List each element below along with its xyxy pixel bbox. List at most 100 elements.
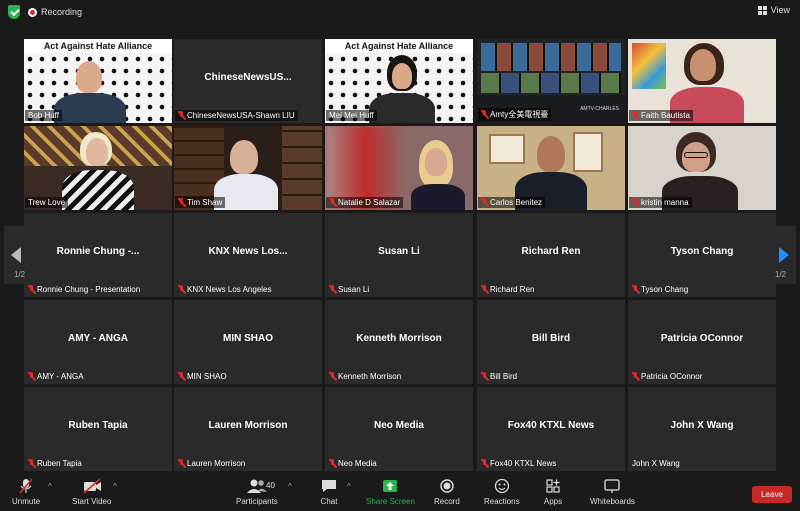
participant-label: Lauren Morrison: [175, 458, 248, 469]
participant-tile[interactable]: Fox40 KTXL News Fox40 KTXL News: [477, 387, 625, 471]
recording-indicator[interactable]: Recording: [28, 4, 82, 20]
participant-tile[interactable]: Tyson Chang Tyson Chang: [628, 213, 776, 297]
participant-head: [76, 61, 102, 93]
participant-head: [86, 138, 108, 166]
participant-label: Mei Mei Huff: [326, 110, 377, 121]
unmute-label: Unmute: [12, 497, 41, 506]
muted-mic-icon: [178, 285, 185, 294]
participant-center-name: KNX News Los...: [208, 246, 288, 257]
chat-label: Chat: [320, 497, 338, 506]
bookshelf: [282, 126, 322, 210]
video-tile-faith-bautista[interactable]: Faith Bautista: [628, 39, 776, 123]
participant-label: Ronnie Chung - Presentation: [25, 284, 143, 295]
video-tile-bob-huff[interactable]: Act Against Hate Alliance Bob Huff: [24, 39, 172, 123]
apps-button[interactable]: Apps: [542, 478, 564, 506]
security-shield-icon[interactable]: [8, 5, 20, 19]
participant-tile[interactable]: Bill Bird Bill Bird: [477, 300, 625, 384]
participant-tile[interactable]: Patricia OConnor Patricia OConnor: [628, 300, 776, 384]
participant-label: Tim Shaw: [175, 197, 226, 208]
channel-overlay: AMTV-CHARLES: [580, 106, 619, 112]
muted-mic-icon: [28, 285, 35, 294]
apps-icon: [542, 478, 564, 494]
participant-label: Ruben Tapia: [25, 458, 85, 469]
participant-tile[interactable]: Kenneth Morrison Kenneth Morrison: [325, 300, 473, 384]
participant-tile[interactable]: Ronnie Chung -... Ronnie Chung - Present…: [24, 213, 172, 297]
share-screen-label: Share Screen: [366, 497, 415, 506]
participant-label: KNX News Los Angeles: [175, 284, 275, 295]
participant-label: Fox40 KTXL News: [478, 458, 559, 469]
page-indicator-right: 1/2: [775, 270, 787, 279]
participant-tile[interactable]: AMY - ANGA AMY - ANGA: [24, 300, 172, 384]
audio-options-caret-icon[interactable]: ^: [48, 482, 52, 491]
leave-button[interactable]: Leave: [752, 486, 792, 503]
participant-label: Faith Bautista: [629, 110, 693, 121]
participant-label: Carlos Benitez: [478, 197, 546, 208]
participant-tile[interactable]: Richard Ren Richard Ren: [477, 213, 625, 297]
meeting-toolbar: Unmute ^ Start Video ^ Participants 40 ^…: [0, 474, 800, 511]
muted-mic-icon: [481, 110, 488, 119]
grid-icon: [757, 5, 767, 15]
muted-mic-icon: [329, 372, 336, 381]
participant-center-name: AMY - ANGA: [68, 333, 128, 344]
participant-tile[interactable]: Ruben Tapia Ruben Tapia: [24, 387, 172, 471]
muted-mic-icon: [178, 459, 185, 468]
whiteboards-button[interactable]: Whiteboards: [590, 478, 635, 506]
muted-mic-icon: [178, 372, 185, 381]
video-tile-kristin-manna[interactable]: kristin manna: [628, 126, 776, 210]
record-dot-icon: [28, 7, 37, 17]
video-tile-tim-shaw[interactable]: Tim Shaw: [174, 126, 322, 210]
start-video-button[interactable]: Start Video: [72, 478, 111, 506]
participant-label: Natalie D Salazar: [326, 197, 404, 208]
chat-options-caret-icon[interactable]: ^: [347, 482, 351, 491]
muted-mic-icon: [632, 285, 639, 294]
chevron-left-icon: [11, 247, 21, 263]
participant-tile[interactable]: John X Wang John X Wang: [628, 387, 776, 471]
muted-mic-icon: [481, 459, 488, 468]
video-tile-natalie-salazar[interactable]: Natalie D Salazar: [325, 126, 473, 210]
share-screen-icon: [379, 478, 401, 494]
video-tile-amtv[interactable]: AMTV-CHARLES Amty全美電視臺: [477, 39, 625, 123]
participant-body: [411, 184, 465, 210]
participant-tile[interactable]: MIN SHAO MIN SHAO: [174, 300, 322, 384]
record-button[interactable]: Record: [434, 478, 460, 506]
participants-count: 40: [266, 481, 275, 490]
unmute-button[interactable]: Unmute: [12, 478, 40, 506]
participant-body: [54, 93, 126, 123]
participant-center-name: Ronnie Chung -...: [56, 246, 140, 257]
reactions-button[interactable]: Reactions: [484, 478, 520, 506]
participant-label: Richard Ren: [478, 284, 537, 295]
muted-mic-icon: [178, 111, 185, 120]
participant-label: ChineseNewsUSA-Shawn LIU: [175, 110, 298, 121]
participant-tile[interactable]: Lauren Morrison Lauren Morrison: [174, 387, 322, 471]
participant-center-name: Patricia OConnor: [660, 333, 744, 344]
participant-label: Amty全美電視臺: [478, 108, 552, 121]
muted-mic-icon: [481, 198, 488, 207]
framed-certificate: [573, 132, 603, 172]
apps-label: Apps: [543, 497, 563, 506]
participant-label: Trew Love: [25, 197, 69, 208]
monitor-wall: [481, 43, 621, 71]
participants-options-caret-icon[interactable]: ^: [288, 482, 292, 491]
monitor-wall: [481, 73, 621, 93]
participant-label: kristin manna: [629, 197, 692, 208]
participant-tile[interactable]: KNX News Los... KNX News Los Angeles: [174, 213, 322, 297]
participant-head: [537, 136, 565, 172]
video-options-caret-icon[interactable]: ^: [113, 482, 117, 491]
wall-painting: [632, 43, 666, 89]
share-screen-button[interactable]: Share Screen: [366, 478, 415, 506]
video-tile-trew-love[interactable]: Trew Love: [24, 126, 172, 210]
chat-button[interactable]: Chat: [318, 478, 340, 506]
participant-center-name: Fox40 KTXL News: [507, 420, 595, 431]
participant-tile[interactable]: Neo Media Neo Media: [325, 387, 473, 471]
video-tile-carlos-benitez[interactable]: Carlos Benitez: [477, 126, 625, 210]
muted-mic-icon: [329, 285, 336, 294]
view-button[interactable]: View: [757, 5, 790, 15]
muted-mic-icon: [481, 372, 488, 381]
participant-tile[interactable]: Susan Li Susan Li: [325, 213, 473, 297]
video-tile-mei-mei-huff[interactable]: Act Against Hate Alliance Mei Mei Huff: [325, 39, 473, 123]
record-label: Record: [434, 497, 460, 506]
video-tile-chinesenewsusa[interactable]: ChineseNewsUS... ChineseNewsUSA-Shawn LI…: [174, 39, 322, 123]
participant-label: Susan Li: [326, 284, 372, 295]
participant-label: AMY - ANGA: [25, 371, 87, 382]
participant-label: Neo Media: [326, 458, 380, 469]
